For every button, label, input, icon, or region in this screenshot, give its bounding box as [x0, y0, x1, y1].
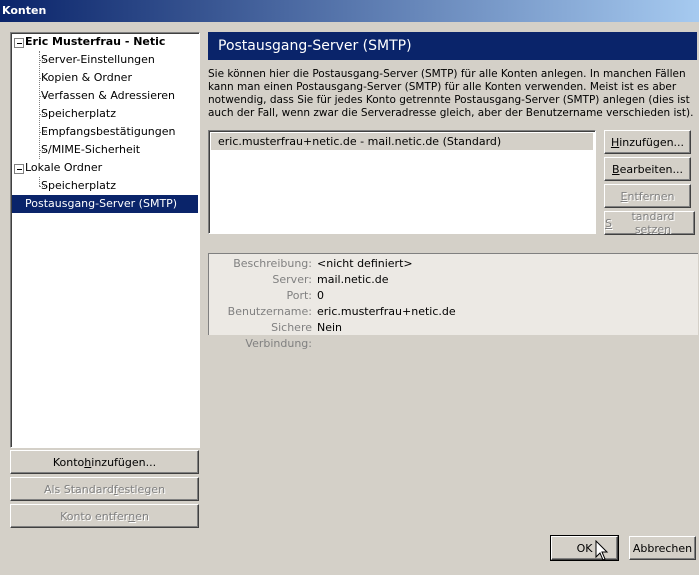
button-accel: n — [128, 509, 136, 523]
set-default-server-button[interactable]: Standard setzen — [604, 210, 695, 236]
button-label: Konto — [52, 455, 85, 469]
detail-row-username: Benutzername: eric.musterfrau+netic.de — [209, 304, 698, 320]
tree-line — [39, 51, 40, 159]
description-value: <nicht definiert> — [317, 257, 413, 270]
button-accel: E — [620, 189, 628, 203]
username-label: Benutzername: — [227, 305, 312, 318]
account-tree[interactable]: Eric Musterfrau - Netic Server-Einstellu… — [10, 32, 200, 448]
button-accel: h — [84, 455, 92, 469]
button-label: tandard setzen — [631, 210, 675, 236]
accounts-dialog: Eric Musterfrau - Netic Server-Einstellu… — [0, 22, 699, 575]
page-title: Postausgang-Server (SMTP) — [208, 32, 697, 60]
username-value: eric.musterfrau+netic.de — [317, 305, 456, 318]
button-label: ntfernen — [627, 189, 675, 203]
tree-line — [39, 177, 40, 186]
tree-item-local-disk-space[interactable]: Speicherplatz — [41, 177, 116, 195]
detail-row-secure: Sichere Verbindung: Nein — [209, 320, 698, 350]
panel-description: Sie können hier die Postausgang-Server (… — [208, 68, 694, 119]
port-value: 0 — [317, 289, 324, 302]
button-accel: B — [612, 162, 620, 176]
port-label: Port: — [286, 289, 312, 302]
tree-item-smime[interactable]: S/MIME-Sicherheit — [41, 141, 140, 159]
detail-row-port: Port: 0 — [209, 288, 698, 304]
set-default-account-button[interactable]: Als Standard f estlegen — [10, 477, 199, 501]
tree-item-outgoing-server[interactable]: Postausgang-Server (SMTP) — [12, 195, 198, 213]
tree-item-composition[interactable]: Verfassen & Adressieren — [41, 87, 175, 105]
server-details: Beschreibung: <nicht definiert> Server: … — [208, 253, 698, 350]
collapse-icon[interactable] — [14, 164, 24, 174]
tree-item-disk-space[interactable]: Speicherplatz — [41, 105, 116, 123]
button-label: earbeiten... — [619, 162, 683, 176]
server-value: mail.netic.de — [317, 273, 389, 286]
add-server-button[interactable]: Hinzufügen... — [604, 130, 691, 154]
description-label: Beschreibung: — [233, 257, 312, 270]
server-label: Server: — [272, 273, 312, 286]
cancel-button[interactable]: Abbrechen — [629, 536, 696, 560]
mouse-pointer-icon — [595, 540, 609, 561]
remove-server-button[interactable]: Entfernen — [604, 184, 691, 208]
button-label: estlegen — [117, 482, 166, 496]
button-label: Als Standard — [43, 482, 114, 496]
detail-row-description: Beschreibung: <nicht definiert> — [209, 256, 698, 272]
tree-item-local-folders[interactable]: Lokale Ordner — [25, 159, 102, 177]
add-account-button[interactable]: Konto h inzufügen... — [10, 450, 199, 474]
button-label: inzufügen... — [619, 135, 685, 149]
button-accel: H — [610, 135, 620, 149]
button-label: inzufügen... — [91, 455, 157, 469]
secure-connection-label: Sichere Verbindung: — [245, 321, 312, 350]
list-item[interactable]: eric.musterfrau+netic.de - mail.netic.de… — [211, 133, 593, 150]
button-label: Konto entfer — [60, 509, 129, 523]
button-label: en — [135, 509, 149, 523]
edit-server-button[interactable]: Bearbeiten... — [604, 157, 691, 181]
tree-item-receipts[interactable]: Empfangsbestätigungen — [41, 123, 176, 141]
smtp-server-list[interactable]: eric.musterfrau+netic.de - mail.netic.de… — [208, 130, 596, 234]
tree-item-copies-folders[interactable]: Kopien & Ordner — [41, 69, 132, 87]
detail-row-server: Server: mail.netic.de — [209, 272, 698, 288]
secure-connection-value: Nein — [317, 321, 343, 334]
window-title: Konten — [0, 0, 699, 22]
tree-item-account[interactable]: Eric Musterfrau - Netic — [25, 33, 165, 51]
tree-item-server-settings[interactable]: Server-Einstellungen — [41, 51, 155, 69]
button-accel: S — [605, 216, 612, 230]
collapse-icon[interactable] — [14, 38, 24, 48]
remove-account-button[interactable]: Konto entfer n en — [10, 504, 199, 528]
